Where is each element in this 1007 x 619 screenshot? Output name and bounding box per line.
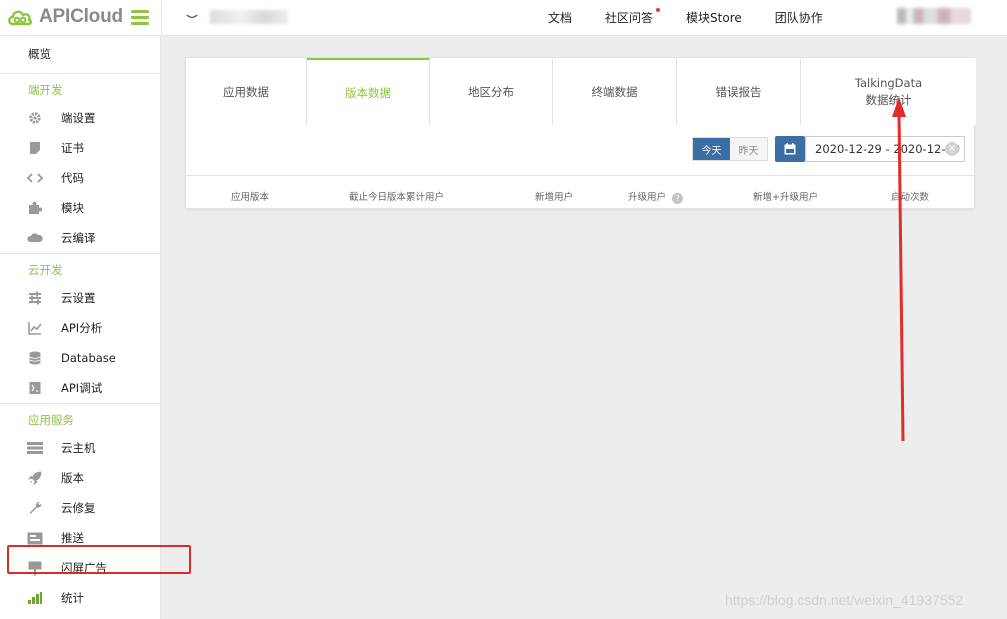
logo-text: APICloud [39, 6, 123, 27]
sidebar-section-client-dev: 端开发 [0, 73, 161, 103]
sidebar-item-client-settings[interactable]: 端设置 [0, 103, 161, 133]
nav-team[interactable]: 团队协作 [775, 9, 823, 26]
server-icon [27, 440, 43, 456]
menu-toggle-icon[interactable] [131, 10, 149, 25]
top-nav: 文档 社区问答 模块Store 团队协作 [548, 8, 856, 26]
column-header[interactable]: 截止今日版本累计用户 [349, 189, 444, 203]
chevron-down-icon [186, 14, 198, 19]
cloud-icon [27, 230, 43, 246]
sliders-icon [27, 290, 43, 306]
calendar-icon [784, 143, 796, 155]
tab-talkingdata[interactable]: TalkingData 数据统计 [801, 58, 976, 125]
column-header[interactable]: 新增用户 [535, 189, 573, 203]
line-chart-icon [27, 320, 43, 336]
column-header[interactable]: 启动次数 [891, 189, 929, 203]
sidebar: 概览 端开发 端设置 证书 代码 模块 云编译 云开发 云设置 API分析 Da… [0, 36, 161, 619]
sidebar-section-cloud-dev: 云开发 [0, 253, 161, 283]
sidebar-item-splash-ads[interactable]: 闪屏广告 [0, 553, 161, 583]
sidebar-item-cloud-compile[interactable]: 云编译 [0, 223, 161, 253]
day-toggle: 今天 昨天 [692, 137, 768, 161]
user-account-redacted[interactable] [897, 8, 971, 24]
sidebar-section-app-services: 应用服务 [0, 403, 161, 433]
stats-tabs: 应用数据 版本数据 地区分布 终端数据 错误报告 TalkingData 数据统计 [186, 58, 976, 125]
sidebar-item-overview[interactable]: 概览 [0, 39, 161, 69]
sidebar-item-cloud-settings[interactable]: 云设置 [0, 283, 161, 313]
tab-device-data[interactable]: 终端数据 [553, 58, 677, 125]
yesterday-button[interactable]: 昨天 [730, 138, 767, 160]
sidebar-item-code[interactable]: 代码 [0, 163, 161, 193]
database-icon [27, 350, 43, 366]
date-range-input[interactable]: 2020-12-29 - 2020-12-29 [805, 136, 965, 162]
sidebar-item-statistics[interactable]: 统计 [0, 583, 161, 613]
statistics-panel: 应用数据 版本数据 地区分布 终端数据 错误报告 TalkingData 数据统计… [185, 57, 976, 210]
certificate-icon [27, 140, 43, 156]
puzzle-icon [27, 200, 43, 216]
help-icon[interactable]: ? [672, 193, 684, 204]
cloud-logo-icon [8, 10, 32, 26]
version-table-header: 应用版本 截止今日版本累计用户 新增用户 升级用户? 新增+升级用户 启动次数 [186, 177, 976, 210]
app-name-redacted [210, 10, 288, 24]
calendar-button[interactable] [775, 136, 805, 162]
apicloud-logo[interactable]: APICloud [7, 6, 123, 28]
today-button[interactable]: 今天 [693, 138, 730, 160]
sidebar-item-modules[interactable]: 模块 [0, 193, 161, 223]
nav-module-store[interactable]: 模块Store [686, 9, 742, 26]
push-icon [27, 530, 43, 546]
code-icon [27, 170, 43, 186]
sidebar-item-cloud-host[interactable]: 云主机 [0, 433, 161, 463]
sidebar-item-certificate[interactable]: 证书 [0, 133, 161, 163]
sidebar-item-api-debug[interactable]: API调试 [0, 373, 161, 403]
sidebar-item-database[interactable]: Database [0, 343, 161, 373]
column-header-upgrade[interactable]: 升级用户? [628, 189, 684, 204]
tab-region-distribution[interactable]: 地区分布 [430, 58, 553, 125]
debug-icon [27, 380, 43, 396]
gear-icon [27, 110, 43, 126]
rocket-icon [27, 470, 43, 486]
column-header[interactable]: 新增+升级用户 [753, 189, 818, 203]
wrench-icon [27, 500, 43, 516]
sidebar-item-api-analytics[interactable]: API分析 [0, 313, 161, 343]
billboard-icon [27, 560, 43, 576]
watermark: https://blog.csdn.net/weixin_41937552 [725, 592, 964, 608]
tab-error-report[interactable]: 错误报告 [677, 58, 801, 125]
notification-dot [656, 8, 661, 12]
column-header[interactable]: 应用版本 [231, 189, 269, 203]
sidebar-item-cloud-repair[interactable]: 云修复 [0, 493, 161, 523]
clear-date-icon[interactable]: × [945, 142, 959, 156]
app-switcher[interactable] [186, 11, 198, 23]
date-filter-row: 今天 昨天 2020-12-29 - 2020-12-29 × [186, 125, 976, 176]
tab-app-data[interactable]: 应用数据 [186, 58, 307, 125]
sidebar-item-version[interactable]: 版本 [0, 463, 161, 493]
sidebar-item-push[interactable]: 推送 [0, 523, 161, 553]
tab-version-data[interactable]: 版本数据 [307, 58, 430, 125]
nav-docs[interactable]: 文档 [548, 9, 572, 26]
top-header: APICloud 文档 社区问答 模块Store 团队协作 [0, 0, 1007, 36]
nav-community[interactable]: 社区问答 [605, 8, 661, 26]
bar-chart-icon [27, 590, 43, 606]
